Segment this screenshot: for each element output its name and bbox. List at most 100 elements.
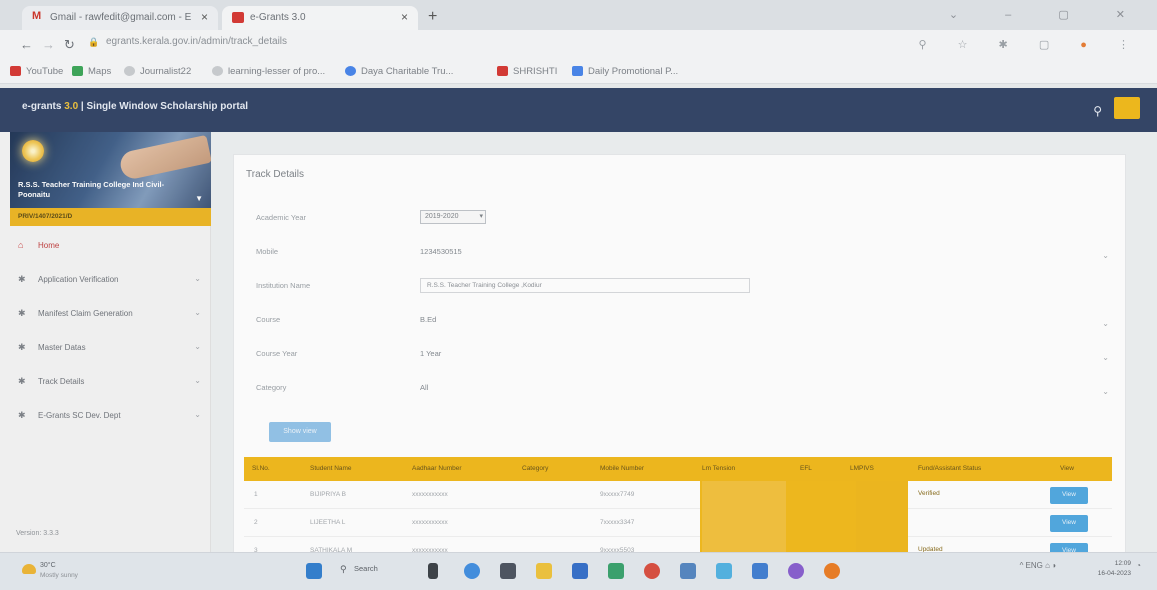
column-header: Sl.No. (252, 465, 270, 472)
banner-image (118, 134, 211, 182)
search-icon[interactable]: ⚲ (1093, 104, 1102, 118)
chevron-down-icon[interactable]: ▼ (195, 194, 203, 203)
egrants-favicon-icon (232, 12, 244, 23)
institution-name-field[interactable]: R.S.S. Teacher Training College ,Kodiur (420, 278, 750, 293)
widgets-icon[interactable] (500, 563, 516, 579)
field-label: Category (256, 383, 287, 392)
close-tab-icon[interactable]: × (201, 10, 208, 24)
lock-icon: 🔒 (88, 37, 100, 47)
chevron-down-icon: ⌄ (194, 376, 201, 385)
forward-icon[interactable]: → (42, 37, 55, 52)
windows-start-icon[interactable] (306, 563, 322, 579)
chevron-down-icon[interactable]: ⌄ (1102, 251, 1109, 260)
sidebar-item-master-datas[interactable]: ✱ Master Datas ⌄ (0, 332, 211, 366)
chevron-down-icon: ⌄ (194, 308, 201, 317)
sidebar-menu: ⌂ Home ✱ Application Verification ⌄ ✱ Ma… (0, 230, 211, 434)
tab-gmail[interactable]: M Gmail - rawfedit@gmail.com - E × (22, 6, 218, 30)
youtube-icon (10, 66, 21, 76)
store-icon[interactable] (680, 563, 696, 579)
new-tab-icon[interactable]: + (428, 8, 437, 26)
chevron-down-icon[interactable]: ⌄ (1102, 319, 1109, 328)
clock[interactable]: 12:09 16-04-2023 (1098, 559, 1131, 579)
app-icon[interactable] (788, 563, 804, 579)
cell-mobile: 7xxxxx3347 (600, 519, 635, 526)
sidebar-item-application-verification[interactable]: ✱ Application Verification ⌄ (0, 264, 211, 298)
course-value: B.Ed (420, 315, 437, 324)
weather-icon (22, 564, 36, 574)
bookmark-shrishti[interactable]: SHRISHTI (497, 66, 557, 77)
column-header: Fund/Assistant Status (918, 465, 982, 472)
field-label: Academic Year (256, 213, 307, 222)
cell-slno: 1 (254, 491, 258, 498)
browser-tab-strip: M Gmail - rawfedit@gmail.com - E × e-Gra… (0, 0, 1157, 30)
table-row: 2 LIJEETHA L xxxxxxxxxxx 7xxxxx3347 View (244, 509, 1112, 537)
weather-widget[interactable]: 30°C Mostly sunny (22, 560, 102, 584)
back-icon[interactable]: ← (20, 37, 33, 52)
system-tray[interactable]: ^ ENG ⌂ ◗ (1020, 561, 1057, 570)
tab-egrants[interactable]: e-Grants 3.0 × (222, 6, 418, 30)
status-highlight (700, 509, 908, 537)
view-button[interactable]: View (1050, 515, 1088, 532)
chevron-down-icon[interactable]: ⌄ (1102, 353, 1109, 362)
sidebar-item-label: Track Details (38, 377, 85, 386)
chat-icon[interactable] (464, 563, 480, 579)
chevron-down-icon: ▾ (479, 213, 483, 220)
table-header: Sl.No. Student Name Aadhaar Number Categ… (244, 457, 1112, 481)
cell-student-name: BIJIPRIYA B (310, 491, 347, 498)
notification-icon[interactable]: ◔ (1136, 561, 1141, 570)
column-header: Lm Tension (702, 465, 736, 472)
category-value: All (420, 383, 429, 392)
browser-toolbar-icons[interactable]: ⚲ ☆ ✱ ▢ ● ⋮ (919, 38, 1143, 51)
gear-icon: ✱ (18, 376, 26, 386)
window-controls[interactable]: ⌄ – ▢ ✕ (949, 8, 1147, 21)
bookmark-journalist[interactable]: Journalist22 (124, 66, 191, 77)
column-header: View (1060, 465, 1074, 472)
globe-icon (345, 66, 356, 76)
taskbar-search[interactable]: ⚲ Search (340, 564, 410, 580)
bookmark-learning[interactable]: learning-lesser of pro... (212, 66, 325, 77)
bookmark-daily[interactable]: Daily Promotional P... (572, 66, 678, 77)
app-title[interactable]: e-grants 3.0 | Single Window Scholarship… (22, 101, 248, 112)
user-menu-button[interactable] (1114, 97, 1140, 119)
form-row-category: Category All ⌄ (234, 373, 1127, 407)
sidebar-item-home[interactable]: ⌂ Home (0, 230, 211, 264)
bookmark-maps[interactable]: Maps (72, 66, 111, 77)
cell-aadhaar: xxxxxxxxxxx (412, 491, 448, 498)
chrome-icon[interactable] (644, 563, 660, 579)
chevron-down-icon: ⌄ (194, 274, 201, 283)
address-bar-row: ← → ↻ 🔒 egrants.kerala.gov.in/admin/trac… (0, 30, 1157, 60)
mail-icon[interactable] (572, 563, 588, 579)
chevron-down-icon[interactable]: ⌄ (1102, 387, 1109, 396)
sidebar-item-label: Application Verification (38, 275, 119, 284)
sidebar: R.S.S. Teacher Training College Ind Civi… (0, 132, 211, 552)
file-explorer-icon[interactable] (536, 563, 552, 579)
sidebar-item-manifest-claim[interactable]: ✱ Manifest Claim Generation ⌄ (0, 298, 211, 332)
url-field[interactable]: 🔒 egrants.kerala.gov.in/admin/track_deta… (86, 36, 966, 54)
table-row: 1 BIJIPRIYA B xxxxxxxxxxx 9xxxxx7749 Ver… (244, 481, 1112, 509)
gear-icon: ✱ (18, 410, 26, 420)
sidebar-item-egrants-sc[interactable]: ✱ E-Grants SC Dev. Dept ⌄ (0, 400, 211, 434)
app-header: e-grants 3.0 | Single Window Scholarship… (0, 88, 1157, 132)
sidebar-item-track-details[interactable]: ✱ Track Details ⌄ (0, 366, 211, 400)
edge-icon[interactable] (608, 563, 624, 579)
bookmark-youtube[interactable]: YouTube (10, 66, 63, 77)
shrishti-icon (497, 66, 508, 76)
view-button[interactable]: View (1050, 487, 1088, 504)
track-details-card: Track Details Academic Year 2019-2020 ▾ M… (233, 154, 1127, 565)
firefox-icon[interactable] (824, 563, 840, 579)
close-tab-icon[interactable]: × (401, 10, 408, 24)
reload-icon[interactable]: ↻ (64, 37, 75, 53)
app-icon[interactable] (716, 563, 732, 579)
app-icon[interactable] (752, 563, 768, 579)
bookmark-daya[interactable]: Daya Charitable Tru... (345, 66, 453, 77)
task-view-icon[interactable] (428, 563, 438, 579)
sidebar-item-label: Manifest Claim Generation (38, 309, 133, 318)
gmail-icon: M (32, 10, 42, 22)
column-header: Category (522, 465, 549, 472)
academic-year-select[interactable]: 2019-2020 ▾ (420, 210, 486, 224)
mobile-value: 1234530515 (420, 247, 462, 256)
weather-desc: Mostly sunny (40, 572, 78, 579)
course-year-value: 1 Year (420, 349, 442, 358)
show-view-button[interactable]: Show view (269, 422, 331, 442)
tab-label: e-Grants 3.0 (250, 12, 306, 23)
